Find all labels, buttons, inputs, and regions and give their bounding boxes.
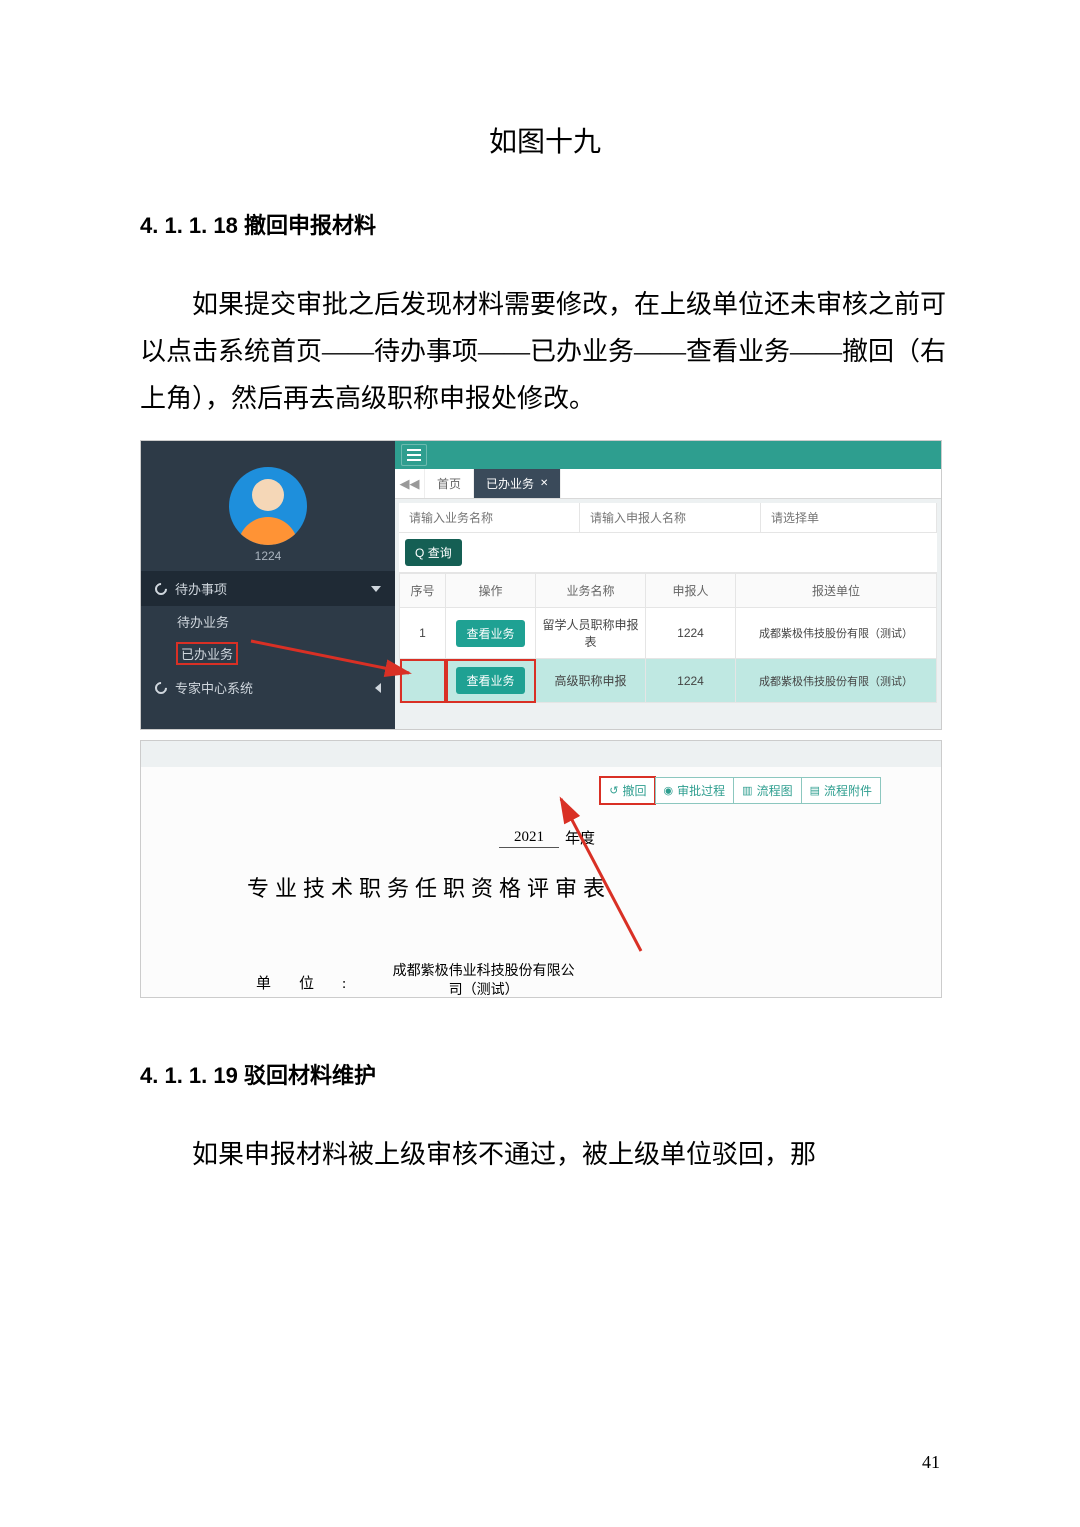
figure-caption: 如图十九 — [140, 120, 950, 160]
app-screenshot-1: 1224 待办事项 待办业务 已办业务 专家中心系统 ◀◀ 首页 已办业务 ✕ — [140, 440, 942, 730]
recall-button[interactable]: ↺ 撤回 — [600, 777, 654, 804]
filter-unit-input[interactable] — [761, 503, 937, 532]
tab-done[interactable]: 已办业务 ✕ — [474, 469, 561, 498]
paragraph-2-text: 如果申报材料被上级审核不通过，被上级单位驳回，那 — [192, 1140, 816, 1169]
table-row[interactable]: 查看业务 高级职称申报 1224 成都紫极伟技股份有限（测试） — [400, 659, 937, 703]
th-idx: 序号 — [400, 574, 446, 608]
query-button[interactable]: Q 查询 — [405, 539, 462, 566]
tabs-back-icon[interactable]: ◀◀ — [395, 469, 425, 498]
results-table: 序号 操作 业务名称 申报人 报送单位 1 查看业务 留学人员职称申报表 122… — [399, 573, 937, 703]
eye-icon: ◉ — [664, 784, 674, 797]
avatar — [229, 467, 307, 545]
app-screenshot-2: ↺ 撤回 ◉审批过程 ▥ 流程图 ▤ 流程附件 年度 专业技术职务任职资格评审表 单位… — [140, 740, 942, 998]
close-icon[interactable]: ✕ — [540, 478, 548, 489]
recall-label: 撤回 — [623, 782, 647, 799]
flowchart-button[interactable]: ▥ 流程图 — [733, 777, 800, 804]
view-button[interactable]: 查看业务 — [456, 667, 524, 694]
approval-button[interactable]: ◉审批过程 — [655, 777, 734, 804]
paragraph-1-text: 如果提交审批之后发现材料需要修改，在上级单位还未审核之前可以点击系统首页——待办… — [140, 290, 946, 413]
query-button-label: 查询 — [428, 546, 452, 560]
th-person: 申报人 — [646, 574, 736, 608]
th-op: 操作 — [446, 574, 536, 608]
nav-pending-sub[interactable]: 待办业务 — [141, 606, 395, 637]
nav-done-sub-label: 已办业务 — [177, 643, 237, 664]
chevron-down-icon — [371, 586, 381, 592]
filter-row — [399, 503, 937, 533]
year-suffix: 年度 — [565, 827, 595, 848]
cell-name: 留学人员职称申报表 — [536, 608, 646, 659]
nav-expert-label: 专家中心系统 — [175, 678, 253, 697]
file-icon: ▤ — [810, 784, 820, 797]
detail-topbar — [141, 741, 941, 767]
paragraph-1: 如果提交审批之后发现材料需要修改，在上级单位还未审核之前可以点击系统首页——待办… — [140, 282, 950, 422]
section-heading-19: 4. 1. 1. 19 驳回材料维护 — [140, 1058, 950, 1090]
query-row: Q 查询 — [399, 533, 937, 573]
cell-person: 1224 — [646, 659, 736, 703]
hamburger-icon[interactable] — [401, 444, 427, 466]
unit-row: 单位: 成都紫极伟业科技股份有限公司（测试） — [256, 963, 581, 998]
attach-label: 流程附件 — [824, 782, 872, 799]
form-title: 专业技术职务任职资格评审表 — [140, 871, 829, 903]
unit-label: 单位: — [256, 972, 374, 993]
nav-pending-label: 待办事项 — [175, 579, 227, 598]
chevron-left-icon — [375, 683, 381, 693]
search-icon: Q — [415, 546, 424, 560]
sidebar: 1224 待办事项 待办业务 已办业务 专家中心系统 — [141, 441, 395, 729]
detail-toolbar: ↺ 撤回 ◉审批过程 ▥ 流程图 ▤ 流程附件 — [600, 777, 881, 804]
cell-unit: 成都紫极伟技股份有限（测试） — [736, 659, 937, 703]
clock-icon — [153, 580, 170, 597]
cell-person: 1224 — [646, 608, 736, 659]
nav-expert[interactable]: 专家中心系统 — [141, 670, 395, 705]
tabs-bar: ◀◀ 首页 已办业务 ✕ — [395, 469, 941, 499]
approval-label: 审批过程 — [677, 782, 725, 799]
filter-person-input[interactable] — [580, 503, 761, 532]
tab-done-label: 已办业务 — [486, 475, 534, 492]
nav-pending[interactable]: 待办事项 — [141, 571, 395, 606]
th-name: 业务名称 — [536, 574, 646, 608]
filter-biz-input[interactable] — [399, 503, 580, 532]
cell-name: 高级职称申报 — [536, 659, 646, 703]
cell-unit: 成都紫极伟技股份有限（测试） — [736, 608, 937, 659]
year-input[interactable] — [499, 828, 559, 848]
recall-icon: ↺ — [609, 784, 618, 797]
view-button[interactable]: 查看业务 — [456, 620, 524, 647]
topbar — [395, 441, 941, 469]
page-number: 41 — [922, 1452, 940, 1473]
year-row: 年度 — [499, 827, 595, 848]
th-unit: 报送单位 — [736, 574, 937, 608]
paragraph-2: 如果申报材料被上级审核不通过，被上级单位驳回，那 — [140, 1132, 950, 1179]
username: 1224 — [255, 549, 282, 563]
section-heading-18: 4. 1. 1. 18 撤回申报材料 — [140, 208, 950, 240]
chart-icon: ▥ — [742, 784, 752, 797]
tab-home[interactable]: 首页 — [425, 469, 474, 498]
table-row: 1 查看业务 留学人员职称申报表 1224 成都紫极伟技股份有限（测试） — [400, 608, 937, 659]
profile-area: 1224 — [141, 441, 395, 571]
nav-done-sub[interactable]: 已办业务 — [141, 637, 395, 670]
tab-home-label: 首页 — [437, 475, 461, 492]
cell-idx: 1 — [400, 608, 446, 659]
attach-button[interactable]: ▤ 流程附件 — [801, 777, 881, 804]
cell-idx — [400, 659, 446, 703]
main-area: ◀◀ 首页 已办业务 ✕ Q 查询 序号 操作 业务名称 申报人 报送单位 — [395, 441, 941, 729]
unit-value: 成都紫极伟业科技股份有限公司（测试） — [386, 963, 581, 998]
half-moon-icon — [153, 679, 170, 696]
flowchart-label: 流程图 — [757, 782, 793, 799]
